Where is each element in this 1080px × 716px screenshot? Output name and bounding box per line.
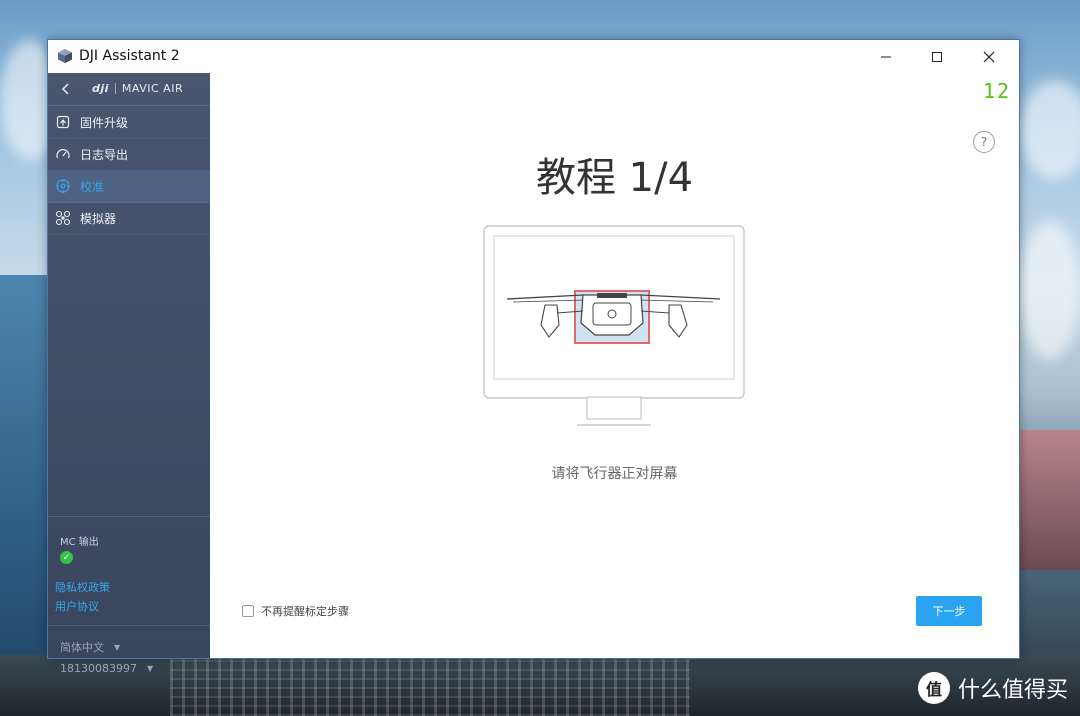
close-button[interactable] xyxy=(966,40,1012,73)
mc-output-label: MC 输出 xyxy=(60,537,99,548)
watermark-badge: 值 xyxy=(917,672,950,704)
caret-down-icon: ▼ xyxy=(146,664,154,673)
cloud xyxy=(1020,220,1080,360)
sidebar-item-label: 模拟器 xyxy=(80,211,117,226)
minimize-icon xyxy=(881,56,891,57)
calibrate-icon xyxy=(54,177,72,195)
sidebar-item-firmware[interactable]: 固件升级 xyxy=(48,106,210,139)
watermark-text: 什么值得买 xyxy=(957,678,1068,703)
app-cube-icon xyxy=(58,49,72,63)
firmware-icon xyxy=(54,113,72,131)
sidebar-item-label: 固件升级 xyxy=(80,115,129,130)
dont-remind-option[interactable]: 不再提醒标定步骤 xyxy=(242,603,349,619)
background-building xyxy=(1020,430,1080,570)
sidebar-item-label: 校准 xyxy=(80,179,105,194)
page-title: 教程 1/4 xyxy=(535,155,694,201)
watermark: 值 什么值得买 xyxy=(917,672,1068,704)
background-building xyxy=(0,275,47,665)
close-icon xyxy=(983,51,995,62)
language-select[interactable]: 简体中文 ▼ xyxy=(60,639,120,655)
sidebar: dji MAVIC AIR 固件升级 日志导出 校准 模拟器 MC 输出 ✓ 隐… xyxy=(48,73,210,675)
maximize-button[interactable] xyxy=(914,40,960,73)
app-window: DJI Assistant 2 dji MAVIC AIR 固件升级 日志导出 … xyxy=(47,39,1020,675)
sidebar-divider xyxy=(48,516,210,517)
step-badge: 12 xyxy=(983,79,1012,103)
dont-remind-label: 不再提醒标定步骤 xyxy=(261,605,349,618)
back-arrow-icon[interactable] xyxy=(58,81,74,97)
sidebar-item-log-export[interactable]: 日志导出 xyxy=(48,138,210,171)
sidebar-header: dji MAVIC AIR xyxy=(48,73,210,106)
sidebar-item-simulator[interactable]: 模拟器 xyxy=(48,202,210,235)
desktop-decor xyxy=(170,657,690,716)
caret-down-icon: ▼ xyxy=(114,642,121,652)
sidebar-item-calibration[interactable]: 校准 xyxy=(48,170,210,203)
drone-icon xyxy=(54,209,72,227)
language-value: 简体中文 xyxy=(60,641,104,654)
sidebar-item-label: 日志导出 xyxy=(80,147,129,162)
account-value: 18130083997 xyxy=(60,662,137,675)
window-title: DJI Assistant 2 xyxy=(79,48,180,64)
brand-separator xyxy=(114,83,116,94)
main-panel: 12 ? 教程 1/4 请将飞行器正对屏幕 不再提醒标定步骤 下一步 xyxy=(210,73,1019,658)
user-agreement-link[interactable]: 用户协议 xyxy=(55,598,99,614)
account-select[interactable]: 18130083997 ▼ xyxy=(60,662,153,675)
brand: dji MAVIC AIR xyxy=(92,82,183,95)
sidebar-divider xyxy=(48,625,210,626)
next-step-button[interactable]: 下一步 xyxy=(916,596,982,626)
maximize-icon xyxy=(932,51,942,62)
model-name: MAVIC AIR xyxy=(121,82,184,95)
cloud xyxy=(1020,80,1080,180)
dont-remind-checkbox[interactable] xyxy=(242,605,254,617)
minimize-button[interactable] xyxy=(863,40,909,73)
instruction-text: 请将飞行器正对屏幕 xyxy=(551,466,678,482)
dji-logo: dji xyxy=(92,82,109,95)
monitor-illustration xyxy=(483,225,745,426)
check-icon: ✓ xyxy=(60,551,73,564)
privacy-policy-link[interactable]: 隐私权政策 xyxy=(55,579,110,595)
title-bar: DJI Assistant 2 xyxy=(48,40,1019,73)
gauge-icon xyxy=(54,145,72,163)
